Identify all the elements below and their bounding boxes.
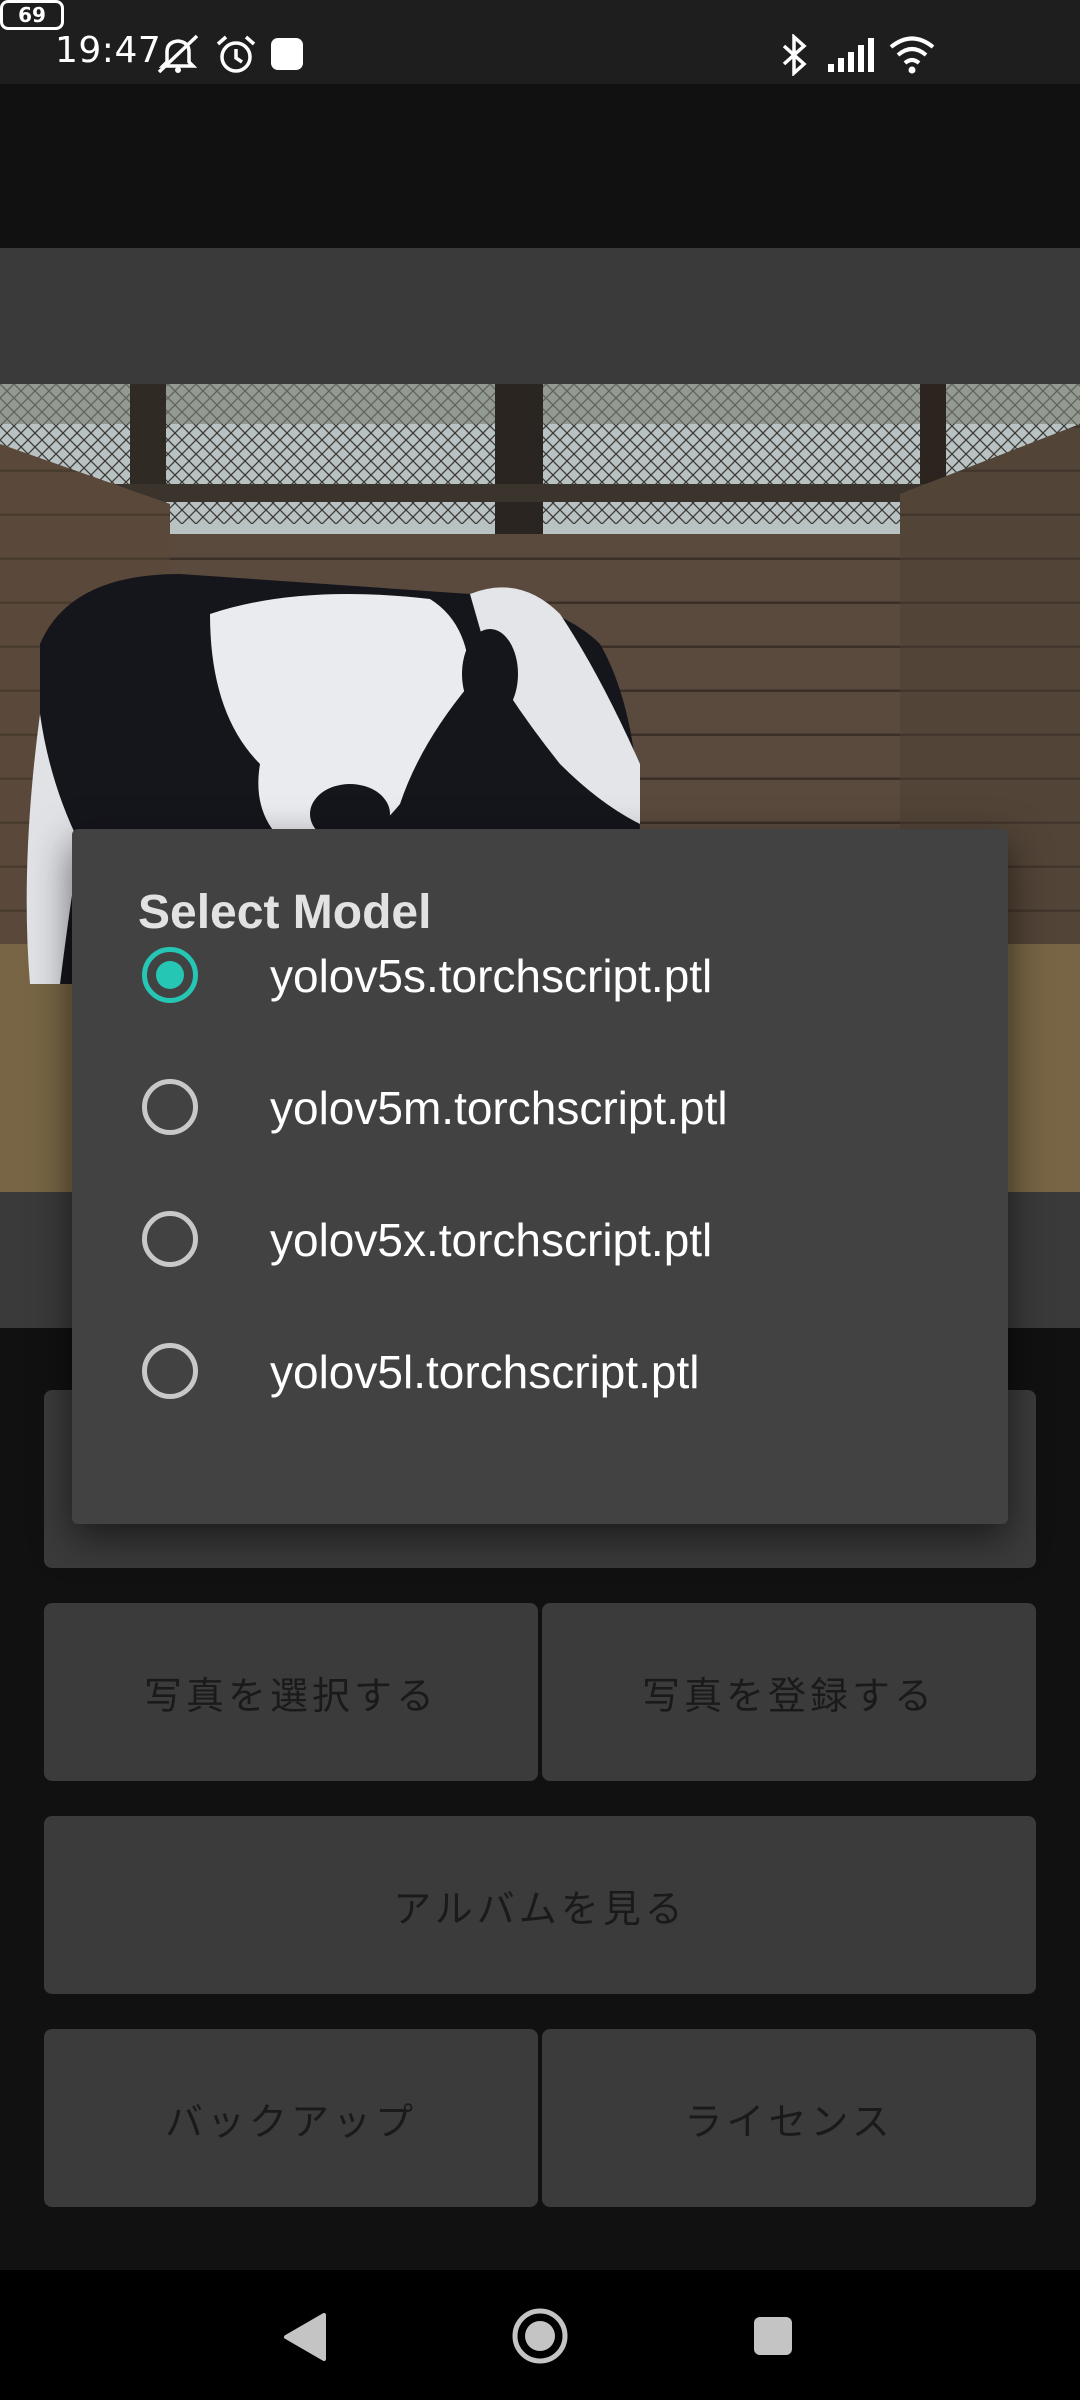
radio-unchecked-icon[interactable] [142,1079,198,1135]
recents-icon[interactable] [752,2315,794,2357]
model-option-label: yolov5l.torchscript.ptl [270,1346,700,1398]
bluetooth-icon [782,34,807,76]
backup-button[interactable]: バックアップ [44,2029,538,2207]
model-option-label: yolov5s.torchscript.ptl [270,950,713,1002]
navigation-bar [0,2270,1080,2400]
select-model-dialog: Select Model yolov5s.torchscript.ptl yol… [72,829,1008,1524]
view-album-button[interactable]: アルバムを見る [44,1816,1036,1994]
status-bar: 19:47 69 [0,0,1080,84]
model-option-label: yolov5x.torchscript.ptl [270,1214,713,1266]
home-icon[interactable] [511,2307,569,2365]
model-option-yolov5x[interactable]: yolov5x.torchscript.ptl [72,1173,1008,1305]
radio-unchecked-icon[interactable] [142,1211,198,1267]
back-icon[interactable] [282,2311,330,2363]
signal-icon [828,38,874,72]
battery-icon: 69 [0,0,64,30]
model-option-yolov5l[interactable]: yolov5l.torchscript.ptl [72,1305,1008,1437]
model-option-yolov5s[interactable]: yolov5s.torchscript.ptl [72,909,1008,1041]
model-option-yolov5m[interactable]: yolov5m.torchscript.ptl [72,1041,1008,1173]
mute-icon [157,34,199,74]
wifi-icon [889,36,935,74]
app-notification-icon [271,38,303,70]
status-time: 19:47 [55,30,162,71]
battery-level: 69 [18,3,46,27]
license-button[interactable]: ライセンス [542,2029,1036,2207]
radio-unchecked-icon[interactable] [142,1343,198,1399]
toolbar-area [0,248,1080,384]
radio-checked-icon[interactable] [142,947,198,1003]
select-photo-button[interactable]: 写真を選択する [44,1603,538,1781]
alarm-icon [216,35,256,73]
register-photo-button[interactable]: 写真を登録する [542,1603,1036,1781]
app-bar [0,84,1080,248]
model-option-label: yolov5m.torchscript.ptl [270,1082,728,1134]
